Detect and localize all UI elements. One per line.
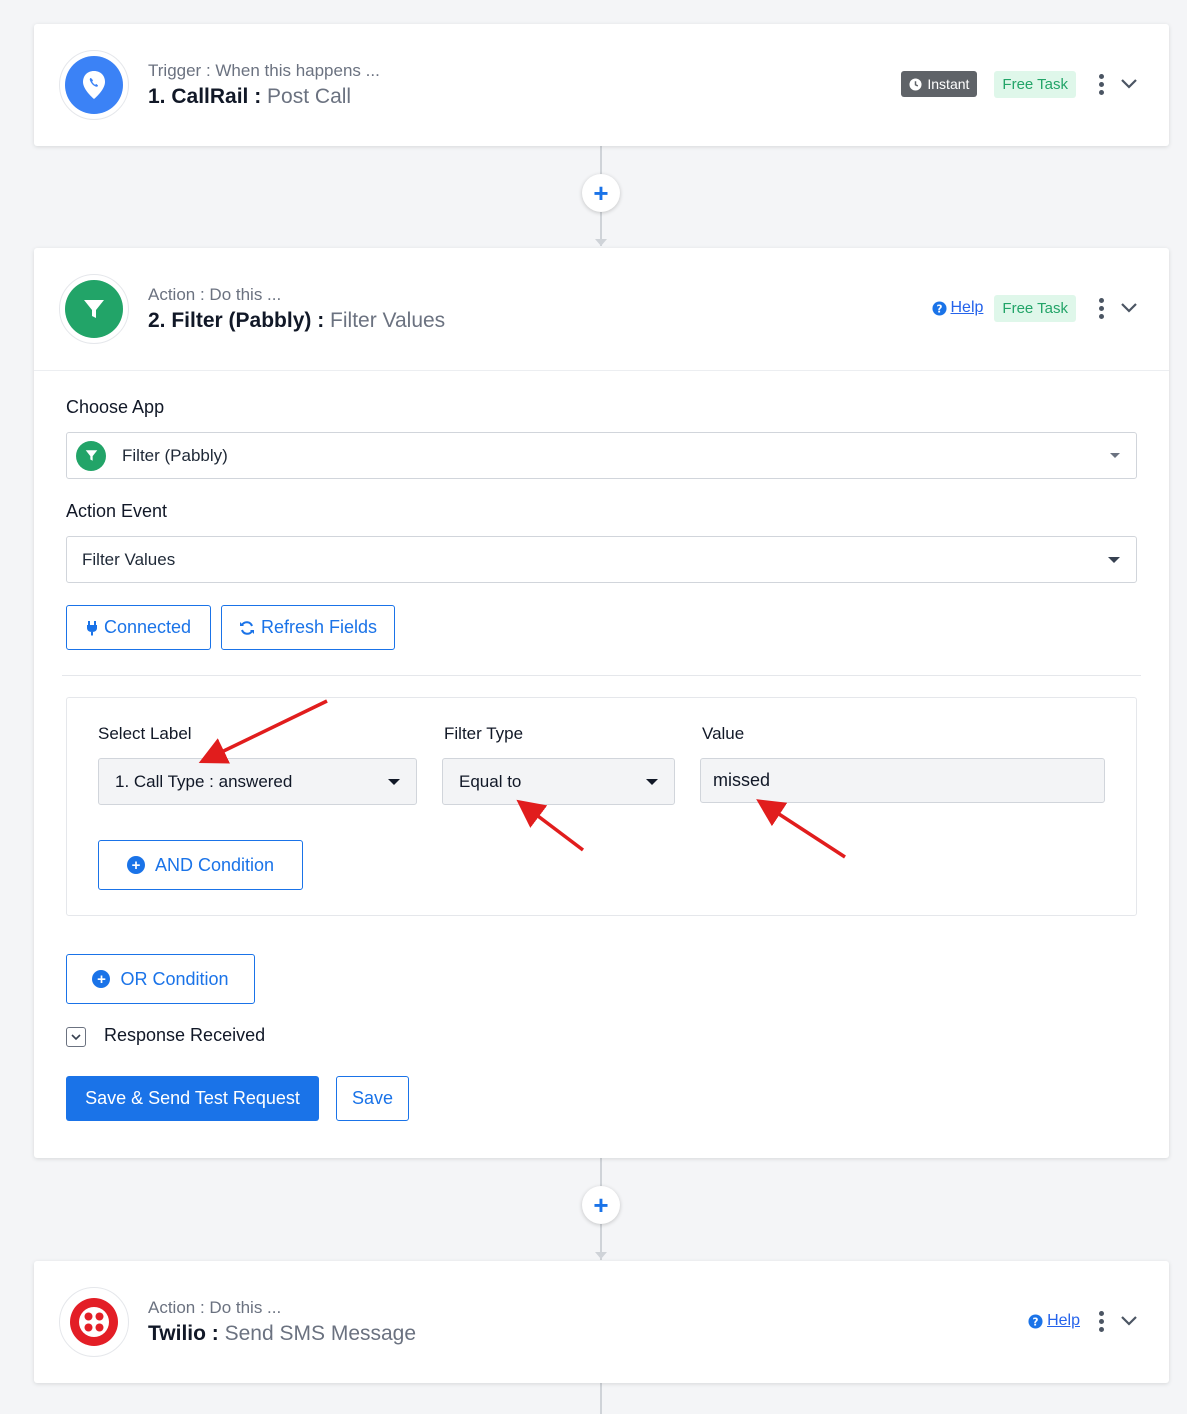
or-condition-button[interactable]: + OR Condition xyxy=(66,954,255,1004)
select-label-value: 1. Call Type : answered xyxy=(115,771,293,791)
connected-button[interactable]: Connected xyxy=(66,605,211,650)
step-app-name: Twilio : xyxy=(148,1322,225,1345)
twilio-icon xyxy=(70,1298,118,1346)
chevron-down-icon[interactable] xyxy=(1119,1311,1139,1331)
twilio-step-card: Action : Do this ... Twilio : Send SMS M… xyxy=(34,1261,1169,1383)
filter-condition-group: Select Label Filter Type Value 1. Call T… xyxy=(66,697,1137,916)
add-step-button[interactable]: + xyxy=(582,174,620,212)
value-input[interactable]: missed xyxy=(700,758,1105,803)
select-label-header: Select Label xyxy=(98,724,192,743)
step-app-name: 1. CallRail : xyxy=(148,85,268,108)
add-step-button[interactable]: + xyxy=(582,1186,620,1224)
caret-down-icon xyxy=(388,778,400,785)
filter-app-icon xyxy=(59,274,129,344)
chevron-down-icon[interactable] xyxy=(1119,298,1139,318)
choose-app-value: Filter (Pabbly) xyxy=(122,445,228,465)
step-event-name: Send SMS Message xyxy=(224,1322,417,1345)
and-condition-label: AND Condition xyxy=(154,854,275,875)
more-options-icon[interactable] xyxy=(1091,73,1111,95)
instant-label: Instant xyxy=(927,76,970,92)
save-send-test-button[interactable]: Save & Send Test Request xyxy=(66,1076,319,1121)
caret-down-icon xyxy=(1110,453,1120,458)
twilio-app-icon xyxy=(59,1287,129,1357)
help-link[interactable]: ? Help xyxy=(931,299,984,317)
help-label: Help xyxy=(1047,1312,1080,1329)
caret-down-icon xyxy=(1108,556,1120,563)
chevron-down-icon[interactable] xyxy=(1119,74,1139,94)
filter-type-header: Filter Type xyxy=(444,724,524,743)
action-event-select[interactable]: Filter Values xyxy=(66,536,1137,583)
callrail-pin-icon xyxy=(83,71,105,99)
or-condition-label: OR Condition xyxy=(120,968,229,989)
refresh-fields-button[interactable]: Refresh Fields xyxy=(221,605,395,650)
help-label: Help xyxy=(950,299,984,316)
caret-down-icon xyxy=(646,778,658,785)
refresh-label: Refresh Fields xyxy=(260,617,378,637)
choose-app-select[interactable]: Filter (Pabbly) xyxy=(66,432,1137,479)
response-received-label: Response Received xyxy=(104,1025,266,1045)
filter-type-value: Equal to xyxy=(459,771,522,791)
plug-icon xyxy=(86,620,97,635)
and-condition-button[interactable]: + AND Condition xyxy=(98,840,303,890)
connector-arrow xyxy=(595,1252,607,1259)
callrail-app-icon xyxy=(59,50,129,120)
step-app-name: 2. Filter (Pabbly) : xyxy=(148,309,331,332)
more-options-icon[interactable] xyxy=(1091,1310,1111,1332)
filter-step-card: Action : Do this ... 2. Filter (Pabbly) … xyxy=(34,248,1169,1158)
step-config-body: Choose App Filter (Pabbly) Action Event … xyxy=(34,370,1169,1158)
question-circle-icon: ? xyxy=(931,300,947,316)
step-subtitle: Action : Do this ... xyxy=(148,1298,282,1317)
filter-type-dropdown[interactable]: Equal to xyxy=(442,758,675,805)
help-link[interactable]: ? Help xyxy=(1028,1312,1080,1330)
question-circle-icon: ? xyxy=(1028,1313,1043,1329)
choose-app-label: Choose App xyxy=(66,397,165,417)
step-event-name: Filter Values xyxy=(330,309,446,332)
select-label-dropdown[interactable]: 1. Call Type : answered xyxy=(98,758,417,805)
value-header: Value xyxy=(702,724,745,743)
step-subtitle: Trigger : When this happens ... xyxy=(148,61,380,80)
refresh-icon xyxy=(239,620,254,635)
svg-text:?: ? xyxy=(936,303,942,315)
svg-text:?: ? xyxy=(1033,1316,1039,1328)
step-subtitle: Action : Do this ... xyxy=(148,285,282,304)
plus-circle-icon: + xyxy=(126,856,145,874)
filter-funnel-icon xyxy=(85,450,97,461)
clock-icon xyxy=(909,77,922,91)
more-options-icon[interactable] xyxy=(1091,297,1111,319)
connector-arrow xyxy=(595,239,607,246)
step-title[interactable]: Twilio : Send SMS Message xyxy=(148,1322,416,1346)
step-title[interactable]: 1. CallRail : Post Call xyxy=(148,85,351,109)
filter-app-small-icon xyxy=(76,440,106,471)
section-divider xyxy=(62,675,1141,676)
chevron-down-icon xyxy=(71,1033,81,1040)
value-text: missed xyxy=(713,770,771,790)
filter-funnel-icon xyxy=(84,300,104,318)
response-received-toggle[interactable] xyxy=(66,1027,86,1047)
free-task-badge: Free Task xyxy=(994,70,1076,98)
instant-badge: Instant xyxy=(901,71,978,97)
connected-label: Connected xyxy=(103,617,192,637)
action-event-label: Action Event xyxy=(66,501,168,521)
connector-line xyxy=(600,1383,602,1414)
plus-circle-icon: + xyxy=(92,970,111,988)
step-event-name: Post Call xyxy=(267,85,352,108)
trigger-step-card: Trigger : When this happens ... 1. CallR… xyxy=(34,24,1169,146)
free-task-badge: Free Task xyxy=(994,294,1076,322)
action-event-value: Filter Values xyxy=(82,549,176,569)
step-title[interactable]: 2. Filter (Pabbly) : Filter Values xyxy=(148,309,445,333)
save-button[interactable]: Save xyxy=(336,1076,409,1121)
